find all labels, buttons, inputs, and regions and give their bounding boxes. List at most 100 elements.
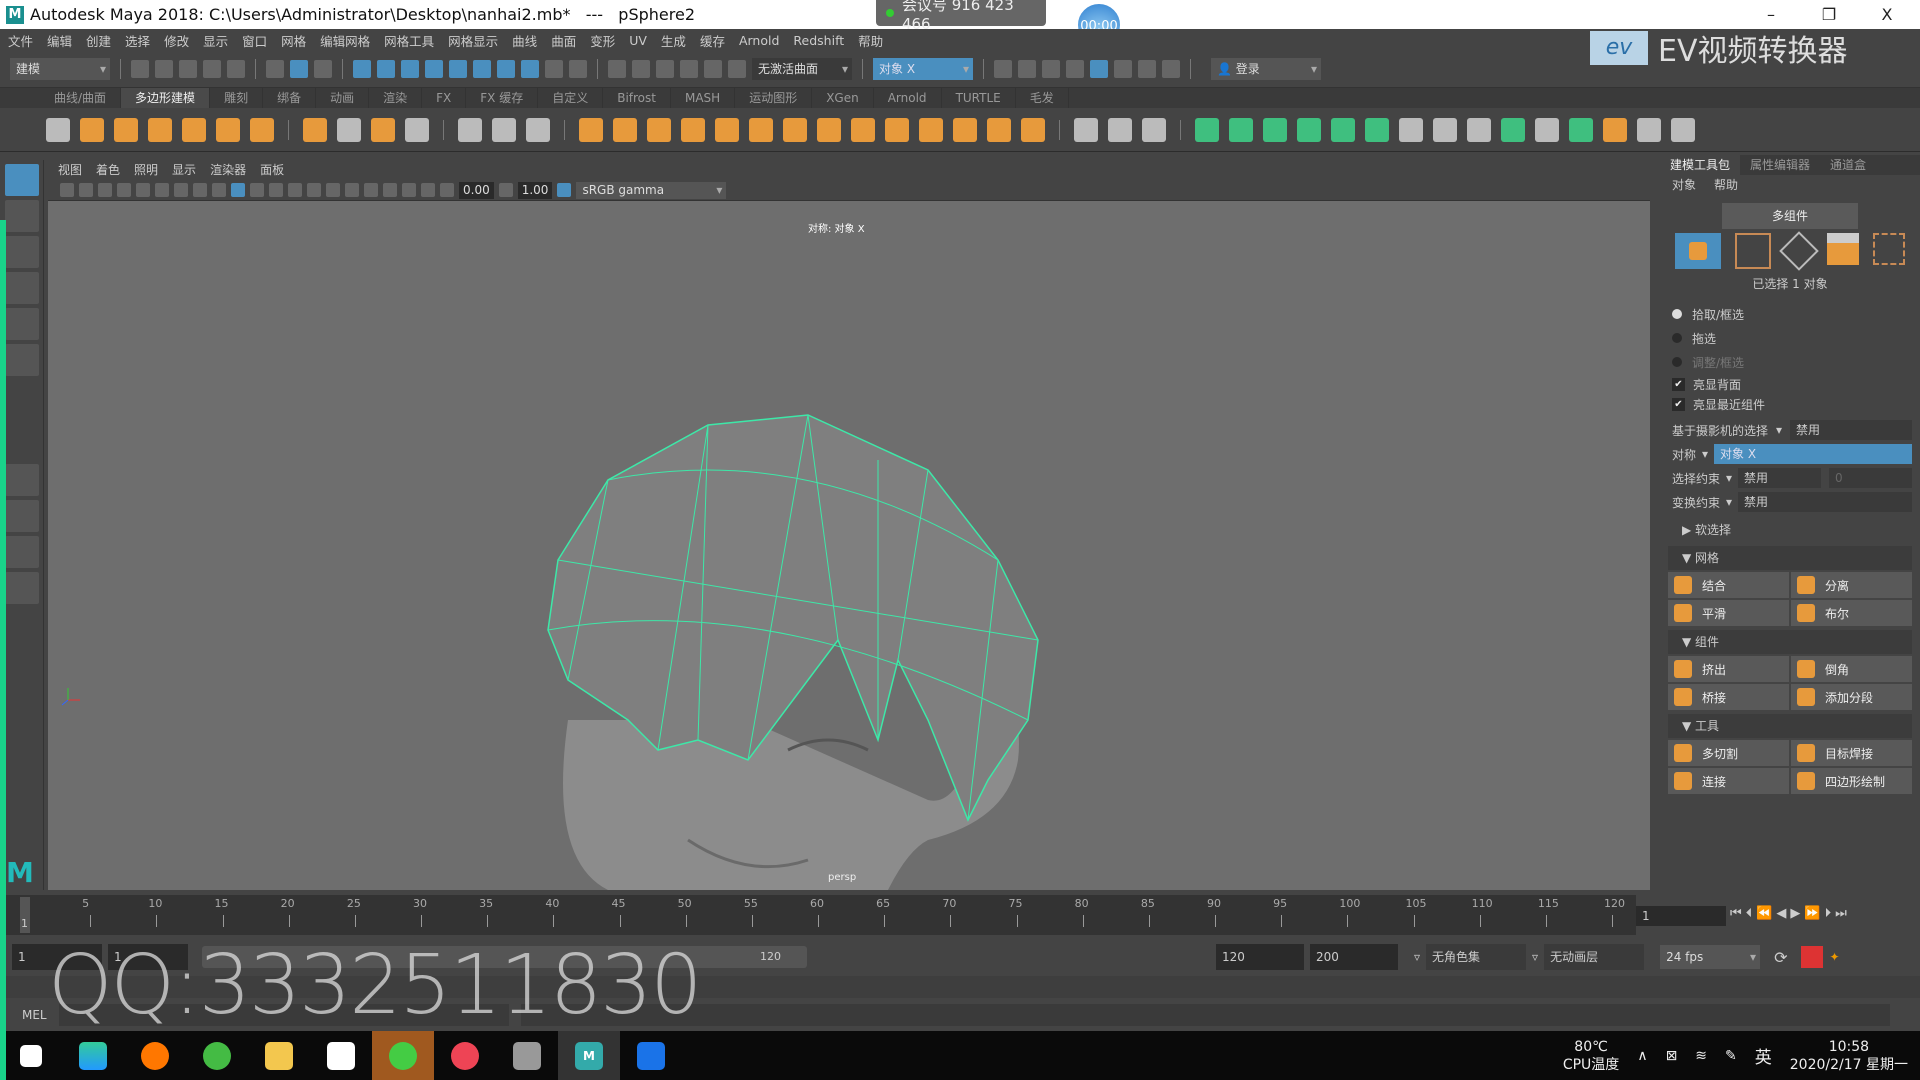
shelf-tool-icon[interactable]: [303, 117, 327, 142]
anim-layer-dropdown[interactable]: 无动画层: [1544, 944, 1645, 970]
go-to-start-icon[interactable]: ⏮: [1730, 906, 1746, 921]
live-surface-field[interactable]: 无激活曲面: [752, 58, 852, 80]
edge-mode-button[interactable]: [1779, 231, 1819, 271]
shelf-tool-icon[interactable]: [216, 117, 240, 142]
hypershade-icon[interactable]: [1090, 60, 1108, 78]
two-view-icon[interactable]: [5, 536, 39, 568]
network-icon[interactable]: ⊠: [1666, 1048, 1678, 1064]
shelf-tool-icon[interactable]: [371, 117, 395, 142]
wifi-icon[interactable]: ≋: [1695, 1048, 1707, 1064]
ambient-occlusion-icon[interactable]: [345, 183, 359, 197]
menu-item[interactable]: 修改: [164, 31, 189, 50]
select-object-icon[interactable]: [290, 60, 308, 78]
tool-button[interactable]: 桥接: [1668, 684, 1789, 710]
radio-icon[interactable]: [1672, 333, 1682, 343]
taskbar-video-player[interactable]: [62, 1031, 124, 1080]
wireframe-on-shaded-icon[interactable]: [269, 183, 283, 197]
auto-key-icon[interactable]: [1801, 946, 1824, 968]
isolate-select-icon[interactable]: [383, 183, 397, 197]
shelf-tool-icon[interactable]: [953, 117, 977, 142]
panel-tab[interactable]: 属性编辑器: [1740, 155, 1820, 175]
mel-label[interactable]: MEL: [22, 1008, 47, 1022]
shelf-tool-icon[interactable]: [715, 117, 739, 142]
mode-dropdown[interactable]: 建模: [10, 58, 110, 80]
menu-item[interactable]: 帮助: [858, 31, 883, 50]
shelf-tab[interactable]: 自定义: [538, 88, 604, 108]
tool-button[interactable]: 分离: [1791, 572, 1912, 598]
render-settings-icon[interactable]: [1066, 60, 1084, 78]
tool-button[interactable]: 连接: [1668, 768, 1789, 794]
menu-object[interactable]: 对象: [1672, 176, 1696, 193]
close-button[interactable]: X: [1864, 0, 1910, 29]
section-header[interactable]: ▼ 组件: [1668, 630, 1912, 654]
open-scene-icon[interactable]: [155, 60, 173, 78]
menu-item[interactable]: UV: [629, 33, 647, 48]
current-time-marker[interactable]: 1: [20, 897, 30, 933]
taskbar-maya[interactable]: M: [558, 1031, 620, 1080]
panel-tab[interactable]: 建模工具包: [1660, 155, 1741, 175]
symmetry-dropdown[interactable]: 对象 X: [873, 58, 973, 80]
select-mode-option[interactable]: 调整/框选: [1660, 350, 1920, 374]
pen-icon[interactable]: ✎: [1725, 1048, 1737, 1064]
tool-button[interactable]: 布尔: [1791, 600, 1912, 626]
prev-key-icon[interactable]: ⏪: [1756, 906, 1776, 921]
shelf-tool-icon[interactable]: [182, 117, 206, 142]
current-frame-field[interactable]: 1: [1636, 906, 1726, 926]
shelf-tool-icon[interactable]: [1467, 117, 1491, 142]
magnet-icon[interactable]: [704, 60, 722, 78]
lasso-tool-icon[interactable]: [5, 200, 39, 232]
vertex-mode-button[interactable]: [1735, 233, 1771, 269]
shelf-tool-icon[interactable]: [1399, 117, 1423, 142]
taskbar-firefox[interactable]: [124, 1031, 186, 1080]
menu-item[interactable]: 编辑网格: [320, 31, 370, 50]
fps-dropdown[interactable]: 24 fps: [1660, 945, 1761, 969]
tool-button[interactable]: 平滑: [1668, 600, 1789, 626]
menu-item[interactable]: 变形: [590, 31, 615, 50]
tool-button[interactable]: 倒角: [1791, 656, 1912, 682]
loop-icon[interactable]: ⟳: [1774, 948, 1787, 967]
pause-icon[interactable]: [1162, 60, 1180, 78]
render-view-icon[interactable]: [994, 60, 1012, 78]
lights-icon[interactable]: [307, 183, 321, 197]
select-constraint-dropdown[interactable]: 禁用: [1738, 468, 1822, 488]
play-back-icon[interactable]: ◀: [1776, 906, 1790, 921]
shelf-tool-icon[interactable]: [1195, 117, 1219, 142]
step-forward-icon[interactable]: ⏵: [1825, 906, 1836, 921]
color-management-icon[interactable]: [557, 183, 572, 197]
viewport-persp[interactable]: 视图着色照明显示渲染器面板 0.00 1.00 sRGB gamma 对称: 对…: [48, 160, 1650, 890]
shelf-tool-icon[interactable]: [1433, 117, 1457, 142]
new-scene-icon[interactable]: [131, 60, 149, 78]
shelf-tool-icon[interactable]: [987, 117, 1011, 142]
time-slider[interactable]: 1 5 10 15 20 25 30 35 40 45 50 55 60 65 70 75 80 85 90 95 1…: [0, 895, 1636, 935]
shelf-tool-icon[interactable]: [1074, 117, 1098, 142]
shelf-tool-icon[interactable]: [46, 117, 70, 142]
panel-menu-item[interactable]: 视图: [58, 160, 82, 180]
face-mode-button[interactable]: [1827, 233, 1859, 265]
shelf-tool-icon[interactable]: [1297, 117, 1321, 142]
shelf-tab[interactable]: Bifrost: [603, 88, 671, 108]
menu-item[interactable]: 文件: [8, 31, 33, 50]
shelf-tool-icon[interactable]: [492, 117, 516, 142]
camera-select-dropdown[interactable]: 禁用: [1790, 420, 1912, 440]
tray-expand-icon[interactable]: ∧: [1637, 1048, 1647, 1064]
menu-item[interactable]: Redshift: [793, 33, 844, 48]
single-view-icon[interactable]: [5, 464, 39, 496]
shelf-tool-icon[interactable]: [851, 117, 875, 142]
rotate-tool-icon[interactable]: [5, 308, 39, 340]
symmetry-magnet-icon[interactable]: [728, 60, 746, 78]
smooth-shade-icon[interactable]: [231, 183, 245, 197]
next-key-icon[interactable]: ⏩: [1804, 906, 1824, 921]
motion-blur-icon[interactable]: [364, 183, 378, 197]
shelf-tool-icon[interactable]: [458, 117, 482, 142]
shelf-tool-icon[interactable]: [1603, 117, 1627, 142]
shelf-tool-icon[interactable]: [783, 117, 807, 142]
xray-icon[interactable]: [288, 183, 302, 197]
colorspace-dropdown[interactable]: sRGB gamma: [576, 181, 727, 199]
shelf-tool-icon[interactable]: [647, 117, 671, 142]
menu-item[interactable]: 选择: [125, 31, 150, 50]
history-icon[interactable]: [608, 60, 626, 78]
safe-area-icon[interactable]: [193, 183, 207, 197]
taskbar-app-heart[interactable]: [434, 1031, 496, 1080]
shelf-tool-icon[interactable]: [1671, 117, 1695, 142]
shelf-tab[interactable]: FX: [422, 88, 467, 108]
